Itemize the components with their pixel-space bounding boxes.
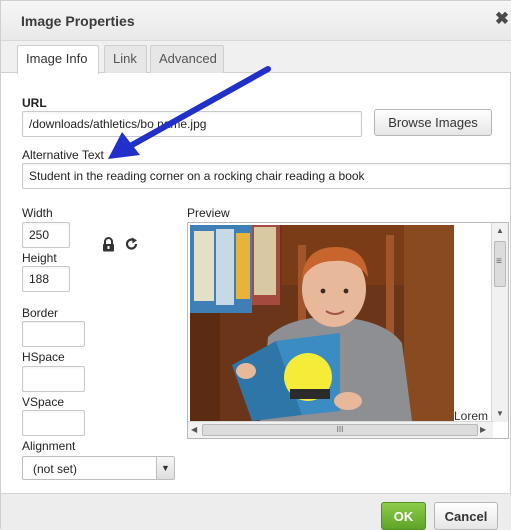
preview-horizontal-scroll-thumb[interactable]: III [202, 424, 478, 436]
border-input[interactable] [22, 321, 85, 347]
scroll-down-icon[interactable]: ▼ [496, 409, 504, 418]
width-input[interactable] [22, 222, 70, 248]
scroll-right-icon[interactable]: ▶ [480, 425, 486, 434]
horizontal-scroll-grip: III [336, 425, 344, 434]
lock-icon[interactable] [102, 237, 115, 252]
vertical-scroll-grip: ≡ [496, 256, 502, 267]
height-input[interactable] [22, 266, 70, 292]
browse-images-button[interactable]: Browse Images [374, 109, 492, 136]
tab-advanced[interactable]: Advanced [150, 45, 224, 73]
height-label: Height [22, 251, 57, 265]
vspace-input[interactable] [22, 410, 85, 436]
ok-button[interactable]: OK [381, 502, 426, 530]
preview-photo [190, 225, 454, 421]
preview-vertical-scrollbar[interactable]: ▲ ≡ ▼ [491, 223, 508, 422]
alignment-selected-value: (not set) [33, 462, 78, 476]
close-icon[interactable]: ✖ [494, 10, 510, 28]
tab-link[interactable]: Link [104, 45, 147, 73]
border-label: Border [22, 306, 59, 320]
preview-horizontal-scrollbar[interactable]: ◀ III ▶ [188, 421, 493, 438]
dialog-footer: OK Cancel [1, 493, 511, 530]
url-input[interactable] [22, 111, 362, 137]
alt-text-label: Alternative Text [22, 148, 104, 162]
preview-label: Preview [187, 206, 230, 220]
vspace-label: VSpace [22, 395, 65, 409]
tab-bar: Image Info Link Advanced [1, 41, 511, 74]
hspace-input[interactable] [22, 366, 85, 392]
scroll-left-icon[interactable]: ◀ [191, 425, 197, 434]
hspace-label: HSpace [22, 350, 65, 364]
alt-text-input[interactable] [22, 163, 511, 189]
scroll-up-icon[interactable]: ▲ [496, 226, 504, 235]
url-label: URL [22, 96, 47, 110]
dialog-titlebar[interactable]: Image Properties ✖ [1, 1, 511, 41]
chevron-down-icon[interactable]: ▼ [156, 457, 174, 479]
tab-image-info[interactable]: Image Info [17, 45, 99, 74]
image-properties-dialog: Image Properties ✖ Image Info Link Advan… [0, 0, 511, 530]
dialog-title: Image Properties [21, 13, 135, 29]
preview-vertical-scroll-thumb[interactable]: ≡ [494, 241, 506, 287]
alignment-label: Alignment [22, 439, 76, 453]
alignment-select[interactable]: (not set) ▼ [22, 456, 175, 480]
width-label: Width [22, 206, 53, 220]
reset-size-icon[interactable] [125, 237, 139, 251]
preview-pane[interactable]: Lorem ▲ ≡ ▼ ◀ III ▶ [187, 222, 509, 439]
cancel-button[interactable]: Cancel [434, 502, 498, 530]
